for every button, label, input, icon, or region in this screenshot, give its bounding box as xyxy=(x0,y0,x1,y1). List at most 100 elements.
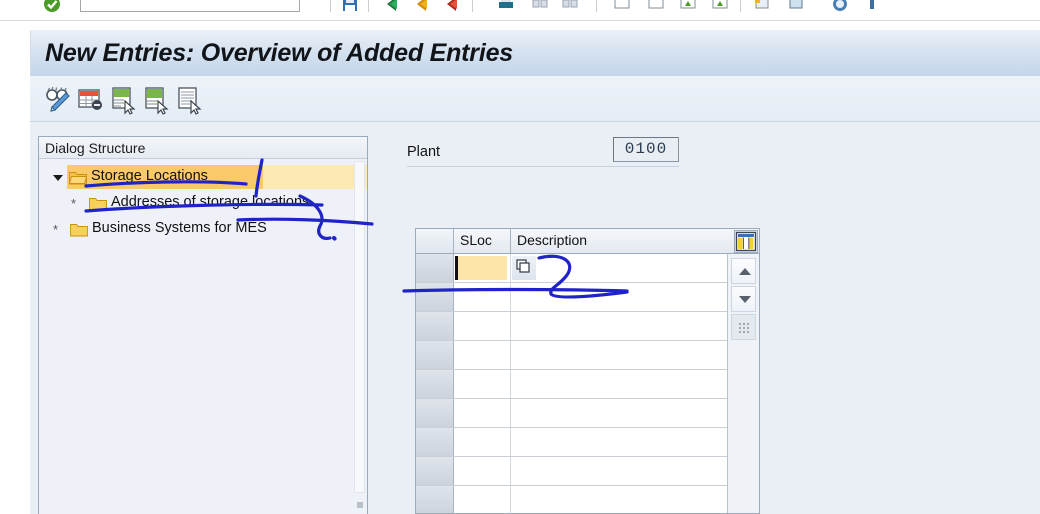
row-selector[interactable] xyxy=(416,370,454,398)
row-selector[interactable] xyxy=(416,341,454,369)
table-body xyxy=(416,254,759,513)
column-header-sloc[interactable]: SLoc xyxy=(454,229,511,253)
delete-button[interactable] xyxy=(174,83,206,115)
create-session-icon[interactable] xyxy=(752,0,772,14)
first-page-icon[interactable] xyxy=(612,0,632,14)
table-row[interactable] xyxy=(416,399,759,428)
exit-icon[interactable] xyxy=(412,0,432,14)
sap-gui-window: New Entries: Overview of Added Entries D… xyxy=(0,0,1040,514)
expand-asterisk-icon[interactable]: * xyxy=(71,197,83,211)
new-entries-button[interactable] xyxy=(108,83,140,115)
cell-sloc[interactable] xyxy=(454,312,511,340)
row-selector[interactable] xyxy=(416,283,454,311)
title-bar: New Entries: Overview of Added Entries xyxy=(30,30,1040,76)
field-divider xyxy=(407,166,679,167)
detail-area: Plant 0100 SLoc Description xyxy=(375,122,1040,514)
table-red-header-icon xyxy=(78,89,102,110)
expand-asterisk-icon[interactable]: * xyxy=(53,223,65,237)
resize-grip-icon xyxy=(738,322,751,334)
tree-item-label: Storage Locations xyxy=(91,168,208,184)
dialog-structure-panel: Dialog Structure Storage Locations * Add… xyxy=(38,136,368,514)
print-icon[interactable] xyxy=(496,0,516,14)
row-selector[interactable] xyxy=(416,486,454,513)
dialog-structure-scrollbar[interactable] xyxy=(354,161,365,511)
scroll-down-icon xyxy=(739,296,751,303)
cell-description[interactable] xyxy=(511,254,759,282)
cell-description[interactable] xyxy=(511,283,759,311)
table-row[interactable] xyxy=(416,486,759,513)
row-selector[interactable] xyxy=(416,254,454,282)
row-selector[interactable] xyxy=(416,312,454,340)
tree-item-label: Business Systems for MES xyxy=(92,220,267,236)
table-row[interactable] xyxy=(416,457,759,486)
cell-description[interactable] xyxy=(511,486,759,513)
scroll-up-button[interactable] xyxy=(731,258,756,284)
next-page-icon[interactable] xyxy=(678,0,698,14)
storage-locations-table: SLoc Description xyxy=(415,228,760,514)
cell-description[interactable] xyxy=(511,370,759,398)
application-toolbar xyxy=(30,76,1040,122)
cell-sloc[interactable] xyxy=(454,428,511,456)
table-row[interactable] xyxy=(416,254,759,283)
table-row[interactable] xyxy=(416,312,759,341)
column-header-description[interactable]: Description xyxy=(511,229,726,253)
resize-grip-icon[interactable] xyxy=(357,502,363,508)
cell-description[interactable] xyxy=(511,399,759,427)
tree-item-addresses-of-storage-locations[interactable]: * Addresses of storage locations xyxy=(39,191,367,215)
command-field[interactable] xyxy=(80,0,300,12)
find-next-icon[interactable] xyxy=(560,0,580,14)
toolbar-divider xyxy=(0,16,1040,21)
create-shortcut-icon[interactable] xyxy=(786,0,806,14)
select-all-column-header[interactable] xyxy=(416,229,454,253)
plant-label: Plant xyxy=(407,144,441,160)
cell-description[interactable] xyxy=(511,312,759,340)
row-selector[interactable] xyxy=(416,399,454,427)
cell-sloc[interactable] xyxy=(454,370,511,398)
cell-description[interactable] xyxy=(511,428,759,456)
sloc-input[interactable] xyxy=(457,256,507,280)
copy-as-green-icon xyxy=(145,87,169,115)
toolbar-separator xyxy=(472,0,473,12)
display-change-button[interactable] xyxy=(42,83,74,115)
previous-page-icon[interactable] xyxy=(646,0,666,14)
row-selector[interactable] xyxy=(416,457,454,485)
cell-sloc[interactable] xyxy=(454,457,511,485)
save-icon[interactable] xyxy=(340,0,360,14)
back-icon[interactable] xyxy=(382,0,402,14)
dialog-structure-header: Dialog Structure xyxy=(39,137,367,159)
cell-sloc[interactable] xyxy=(454,283,511,311)
variable-list-button[interactable] xyxy=(75,83,107,115)
tree-item-business-systems-for-mes[interactable]: * Business Systems for MES xyxy=(39,217,367,241)
scroll-down-button[interactable] xyxy=(731,286,756,312)
green-check-enter-icon[interactable] xyxy=(42,0,62,14)
cell-sloc[interactable] xyxy=(454,486,511,513)
cell-sloc[interactable] xyxy=(454,341,511,369)
plant-field: 0100 xyxy=(613,137,679,162)
tree-item-storage-locations[interactable]: Storage Locations xyxy=(39,165,367,189)
table-settings-icon[interactable] xyxy=(734,230,758,253)
last-page-icon[interactable] xyxy=(710,0,730,14)
toolbar-separator xyxy=(368,0,369,12)
glasses-pencil-icon xyxy=(46,86,70,112)
find-icon[interactable] xyxy=(530,0,550,14)
content-area: Dialog Structure Storage Locations * Add… xyxy=(30,122,1040,514)
copy-as-button[interactable] xyxy=(141,83,173,115)
table-row[interactable] xyxy=(416,283,759,312)
table-navigation xyxy=(727,254,759,513)
row-selector[interactable] xyxy=(416,428,454,456)
expand-collapse-triangle-icon[interactable] xyxy=(53,173,65,185)
cancel-icon[interactable] xyxy=(442,0,462,14)
cell-description[interactable] xyxy=(511,341,759,369)
value-help-button[interactable] xyxy=(512,256,536,280)
table-resize-handle[interactable] xyxy=(731,314,756,340)
dialog-structure-title: Dialog Structure xyxy=(45,140,146,156)
new-entries-green-icon xyxy=(112,87,136,115)
table-row[interactable] xyxy=(416,370,759,399)
cell-description[interactable] xyxy=(511,457,759,485)
cell-sloc[interactable] xyxy=(454,399,511,427)
table-row[interactable] xyxy=(416,341,759,370)
table-row[interactable] xyxy=(416,428,759,457)
scrollbar-thumb[interactable] xyxy=(354,161,365,493)
help-icon[interactable] xyxy=(830,0,850,14)
customize-local-layout-icon[interactable] xyxy=(862,0,882,14)
